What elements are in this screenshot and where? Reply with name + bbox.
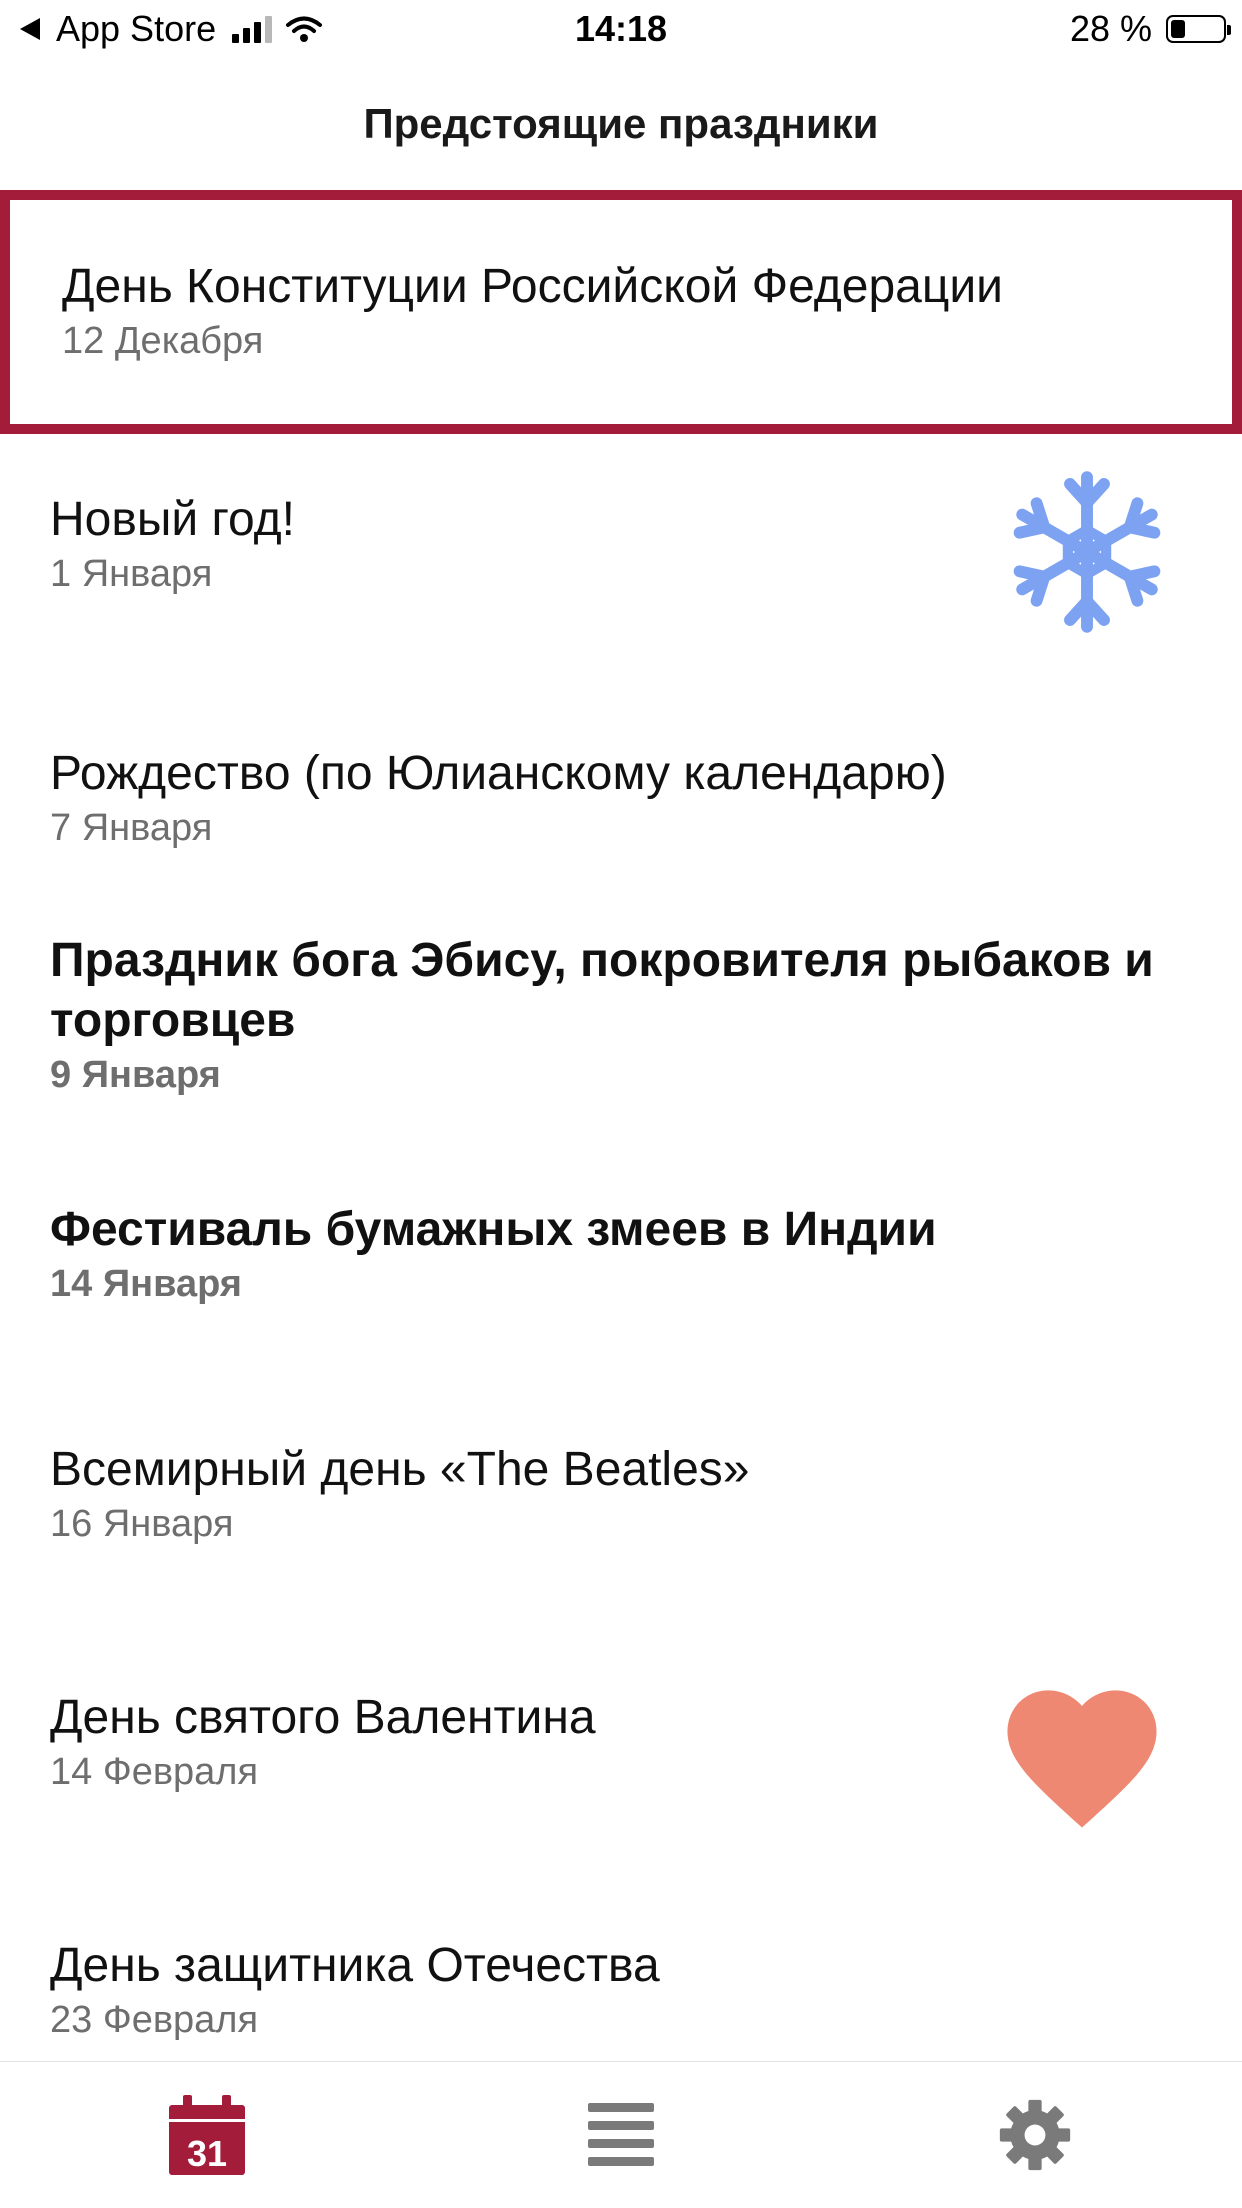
holiday-date: 9 Января — [50, 1054, 221, 1096]
battery-status: 28 % — [1069, 8, 1231, 50]
holiday-name: День защитника Отечества — [50, 1939, 660, 1992]
calendar-day-number: 31 — [187, 2133, 227, 2174]
holiday-name: День Конституции Российской Федерации — [62, 260, 1003, 313]
holiday-list[interactable]: День Конституции Российской Федерации 12… — [0, 190, 1242, 2062]
battery-percentage: 28 % — [1069, 8, 1152, 49]
holiday-row[interactable]: День защитника Отечества 23 Февраля — [0, 1926, 1242, 2062]
tab-list[interactable] — [414, 2062, 828, 2208]
holiday-date: 23 Февраля — [50, 1999, 259, 2041]
battery-icon — [1166, 15, 1231, 43]
holiday-name: Праздник бога Эбису, покровителя рыбаков… — [50, 934, 1154, 1047]
holiday-date: 7 Января — [50, 807, 213, 849]
tab-settings[interactable] — [828, 2062, 1242, 2208]
holiday-name: Всемирный день «The Beatles» — [50, 1443, 750, 1496]
holiday-date: 12 Декабря — [62, 320, 264, 362]
holiday-row[interactable]: Всемирный день «The Beatles» 16 Января — [0, 1430, 1242, 1678]
calendar-icon: 31 — [169, 2095, 245, 2175]
heart-icon — [1007, 1690, 1157, 1828]
holiday-row[interactable]: Новый год! 1 Января — [0, 434, 1242, 682]
holiday-row[interactable]: Праздник бога Эбису, покровителя рыбаков… — [0, 928, 1242, 1200]
snowflake-icon — [1013, 471, 1161, 633]
page-title: Предстоящие праздники — [363, 100, 879, 147]
tab-calendar[interactable]: 31 — [0, 2062, 414, 2208]
clock: 14:18 — [574, 8, 668, 49]
holiday-name: Фестиваль бумажных змеев в Индии — [50, 1203, 937, 1256]
holiday-row[interactable]: Рождество (по Юлианскому календарю) 7 Ян… — [0, 682, 1242, 928]
gear-icon — [999, 2099, 1071, 2171]
status-bar: App Store 14:18 28 % — [0, 0, 1242, 62]
holiday-row[interactable]: Фестиваль бумажных змеев в Индии 14 Янва… — [0, 1200, 1242, 1430]
list-icon — [588, 2103, 654, 2166]
holiday-date: 16 Января — [50, 1503, 234, 1545]
holiday-name: Рождество (по Юлианскому календарю) — [50, 747, 947, 800]
tab-bar: 31 — [0, 2061, 1242, 2208]
holiday-date: 14 Января — [50, 1263, 242, 1305]
holiday-row[interactable]: День святого Валентина 14 Февраля — [0, 1678, 1242, 1926]
holiday-row[interactable]: День Конституции Российской Федерации 12… — [0, 190, 1242, 434]
